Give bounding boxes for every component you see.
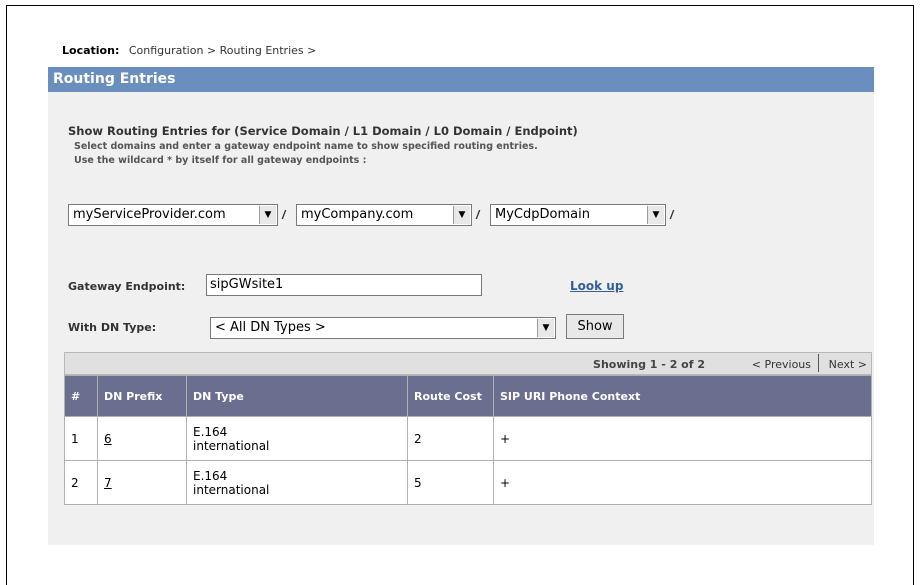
phone-context-cell: +	[493, 416, 872, 461]
routing-entries-panel: Routing Entries Show Routing Entries for…	[48, 67, 874, 545]
showing-count: Showing 1 - 2 of 2	[593, 358, 705, 371]
pagination-bar: Showing 1 - 2 of 2 < Previous Next >	[64, 352, 872, 375]
column-header[interactable]: Route Cost	[407, 375, 494, 417]
l1-domain-select[interactable]: myCompany.com ▼	[296, 204, 472, 226]
chevron-down-icon: ▼	[259, 206, 276, 224]
column-header[interactable]: DN Prefix	[97, 375, 187, 417]
domain-separator: /	[476, 208, 480, 222]
dn-prefix-cell: 6	[97, 416, 187, 461]
panel-title: Routing Entries	[48, 67, 874, 92]
column-header[interactable]: DN Type	[186, 375, 408, 417]
row-number: 2	[64, 460, 98, 505]
location-label: Location	[62, 44, 115, 57]
table-row: 2 7 E.164 international 5 +	[64, 460, 872, 505]
phone-context-cell: +	[493, 460, 872, 505]
l0-domain-select[interactable]: MyCdpDomain ▼	[490, 204, 666, 226]
dn-type-cell: E.164 international	[186, 460, 408, 505]
instruction-line: Select domains and enter a gateway endpo…	[74, 141, 538, 152]
column-header[interactable]: SIP URI Phone Context	[493, 375, 872, 417]
lookup-link[interactable]: Look up	[570, 279, 623, 293]
instructions: Show Routing Entries for (Service Domain…	[68, 124, 578, 166]
dn-prefix-cell: 7	[97, 460, 187, 505]
breadcrumb: Location: Configuration > Routing Entrie…	[62, 44, 317, 57]
table-header-row: # DN Prefix DN Type Route Cost SIP URI P…	[64, 375, 872, 417]
domain-separator: /	[670, 208, 674, 222]
routing-entries-table: # DN Prefix DN Type Route Cost SIP URI P…	[64, 375, 872, 505]
chevron-down-icon: ▼	[647, 206, 664, 224]
chevron-down-icon: ▼	[537, 319, 554, 337]
service-domain-select[interactable]: myServiceProvider.com ▼	[68, 204, 278, 226]
pager-divider	[818, 354, 819, 372]
table-row: 1 6 E.164 international 2 +	[64, 416, 872, 461]
dn-type-select[interactable]: < All DN Types > ▼	[210, 317, 556, 339]
route-cost-cell: 5	[407, 460, 494, 505]
location-path: Configuration > Routing Entries >	[128, 44, 317, 57]
previous-link[interactable]: < Previous	[752, 358, 811, 371]
domain-separator: /	[282, 208, 286, 222]
dn-prefix-link[interactable]: 7	[104, 476, 112, 490]
next-link[interactable]: Next >	[829, 358, 867, 371]
chevron-down-icon: ▼	[453, 206, 470, 224]
gateway-endpoint-input[interactable]: sipGWsite1	[206, 274, 482, 296]
dn-prefix-link[interactable]: 6	[104, 432, 112, 446]
dn-type-label: With DN Type:	[68, 321, 157, 334]
dn-type-cell: E.164 international	[186, 416, 408, 461]
route-cost-cell: 2	[407, 416, 494, 461]
column-header: #	[64, 375, 98, 417]
row-number: 1	[64, 416, 98, 461]
instruction-line: Use the wildcard * by itself for all gat…	[74, 155, 367, 166]
show-button[interactable]: Show	[566, 314, 624, 339]
instruction-title: Show Routing Entries for (Service Domain…	[68, 124, 578, 138]
gateway-endpoint-label: Gateway Endpoint:	[68, 280, 186, 293]
